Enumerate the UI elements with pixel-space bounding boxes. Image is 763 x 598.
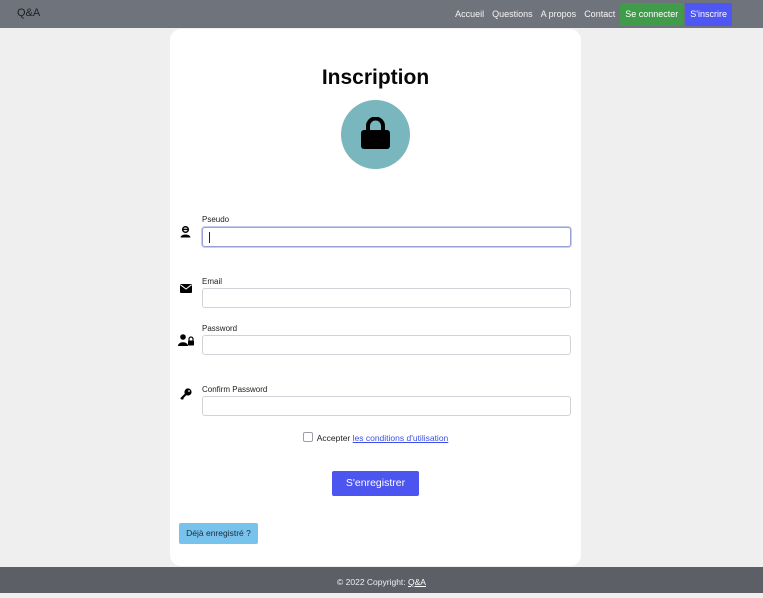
email-label: Email [202, 277, 223, 286]
nav-links: Accueil Questions A propos Contact Se co… [447, 0, 732, 28]
nav-link-questions[interactable]: Questions [492, 9, 533, 19]
already-registered-button[interactable]: Déjà enregistré ? [179, 523, 258, 544]
login-button[interactable]: Se connecter [620, 2, 684, 26]
footer-copyright: © 2022 Copyright: [337, 577, 409, 587]
signup-card: Inscription Pseudo Email Password Confir… [170, 29, 581, 566]
key-icon [180, 387, 192, 405]
email-field[interactable] [202, 288, 571, 308]
password-label: Password [202, 324, 238, 333]
confirm-password-field[interactable] [202, 396, 571, 416]
footer: © 2022 Copyright: Q&A [0, 567, 763, 593]
brand-logo[interactable]: Q&A [17, 7, 40, 19]
nav-link-accueil[interactable]: Accueil [455, 9, 484, 19]
terms-prefix: Accepter [316, 433, 353, 443]
terms-checkbox[interactable] [302, 432, 313, 442]
page-title: Inscription [321, 66, 430, 89]
navbar: Q&A Accueil Questions A propos Contact S… [0, 0, 763, 28]
confirm-password-label: Confirm Password [202, 385, 268, 394]
user-lock-icon [178, 333, 194, 351]
pseudo-label: Pseudo [202, 215, 230, 224]
text-caret [209, 232, 210, 243]
envelope-icon [180, 280, 192, 298]
user-icon [180, 225, 191, 243]
terms-link[interactable]: les conditions d'utilisation [353, 433, 449, 443]
password-field[interactable] [202, 335, 571, 355]
signup-nav-button[interactable]: S'inscrire [685, 2, 732, 26]
nav-link-a-propos[interactable]: A propos [541, 9, 577, 19]
lock-icon [361, 117, 390, 149]
lock-avatar [341, 100, 410, 169]
pseudo-input[interactable] [202, 227, 571, 247]
nav-link-contact[interactable]: Contact [584, 9, 615, 19]
terms-row: Accepter les conditions d'utilisation [170, 432, 581, 443]
submit-button[interactable]: S'enregistrer [332, 471, 419, 496]
footer-link[interactable]: Q&A [408, 577, 426, 587]
